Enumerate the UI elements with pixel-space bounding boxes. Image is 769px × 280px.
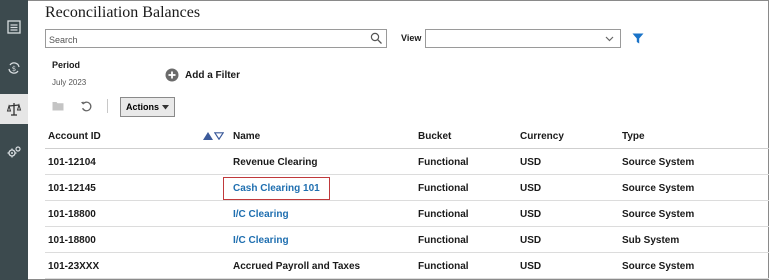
search-box[interactable]: [45, 29, 387, 49]
column-header-currency[interactable]: Currency: [520, 131, 564, 142]
view-select[interactable]: [425, 29, 621, 48]
period-label: Period: [52, 60, 81, 70]
toolbar-divider: [107, 99, 108, 113]
cell-name-link[interactable]: I/C Clearing: [233, 209, 289, 220]
cell-bucket: Functional: [418, 209, 469, 220]
svg-text:$: $: [12, 65, 16, 73]
rail-item-balances[interactable]: [0, 94, 28, 124]
table-header: Account ID Name Bucket Currency Type: [45, 124, 769, 149]
sort-ascending-icon[interactable]: [203, 132, 213, 140]
table-row[interactable]: 101-18800 I/C Clearing Functional USD So…: [45, 201, 769, 227]
sort-control[interactable]: [203, 132, 224, 140]
chevron-down-icon: [605, 36, 614, 42]
cell-type: Source System: [622, 183, 695, 194]
cell-currency: USD: [520, 261, 542, 272]
cell-type: Source System: [622, 157, 695, 168]
table-row[interactable]: 101-23XXX Accrued Payroll and Taxes Func…: [45, 253, 769, 279]
cell-currency: USD: [520, 157, 542, 168]
cell-currency: USD: [520, 235, 542, 246]
cell-type: Source System: [622, 209, 695, 220]
cell-bucket: Functional: [418, 157, 469, 168]
settings-icon: [7, 146, 21, 158]
filter-icon[interactable]: [632, 33, 644, 44]
view-label: View: [401, 33, 422, 43]
transactions-icon: $: [8, 62, 20, 74]
cell-account-id: 101-23XXX: [48, 261, 100, 272]
rail-item-dashboard[interactable]: [0, 12, 28, 42]
column-header-type[interactable]: Type: [622, 131, 645, 142]
plus-circle-icon: [165, 68, 179, 82]
nav-rail: $: [0, 0, 28, 280]
search-icon[interactable]: [370, 32, 383, 45]
table-row[interactable]: 101-18800 I/C Clearing Functional USD Su…: [45, 227, 769, 253]
page-title: Reconciliation Balances: [45, 4, 201, 21]
cell-bucket: Functional: [418, 235, 469, 246]
cell-account-id: 101-18800: [48, 209, 96, 220]
column-header-name[interactable]: Name: [233, 131, 260, 142]
table-row[interactable]: 101-12145 Cash Clearing 101 Functional U…: [45, 175, 769, 201]
actions-button[interactable]: Actions: [120, 97, 176, 117]
refresh-icon[interactable]: [80, 100, 93, 113]
rail-item-settings[interactable]: [0, 137, 28, 167]
search-input[interactable]: [46, 31, 366, 49]
cell-name: Revenue Clearing: [233, 157, 318, 168]
cell-name: Accrued Payroll and Taxes: [233, 261, 361, 272]
add-filter-label: Add a Filter: [185, 69, 241, 81]
sort-descending-icon[interactable]: [214, 132, 224, 140]
cell-type: Source System: [622, 261, 695, 272]
rail-item-transactions[interactable]: $: [0, 53, 28, 83]
cell-name-link[interactable]: I/C Clearing: [233, 235, 289, 246]
dashboard-icon: [7, 20, 21, 34]
balances-icon: [6, 103, 22, 116]
column-header-bucket[interactable]: Bucket: [418, 131, 451, 142]
actions-label: Actions: [126, 102, 160, 112]
period-value[interactable]: July 2023: [52, 78, 86, 87]
cell-currency: USD: [520, 183, 542, 194]
cell-name-link[interactable]: Cash Clearing 101: [233, 183, 320, 194]
cell-bucket: Functional: [418, 183, 469, 194]
cell-bucket: Functional: [418, 261, 469, 272]
add-filter-button[interactable]: Add a Filter: [165, 68, 240, 82]
main-panel: Reconciliation Balances View Period July…: [28, 0, 769, 280]
table-row[interactable]: 101-12104 Revenue Clearing Functional US…: [45, 149, 769, 175]
folder-icon[interactable]: [52, 101, 64, 111]
cell-type: Sub System: [622, 235, 680, 246]
cell-currency: USD: [520, 209, 542, 220]
cell-account-id: 101-12104: [48, 157, 96, 168]
cell-account-id: 101-12145: [48, 183, 96, 194]
caret-down-icon: [162, 104, 170, 109]
cell-account-id: 101-18800: [48, 235, 96, 246]
balances-table: Account ID Name Bucket Currency Type 101…: [45, 124, 769, 279]
column-header-account-id[interactable]: Account ID: [48, 131, 101, 142]
